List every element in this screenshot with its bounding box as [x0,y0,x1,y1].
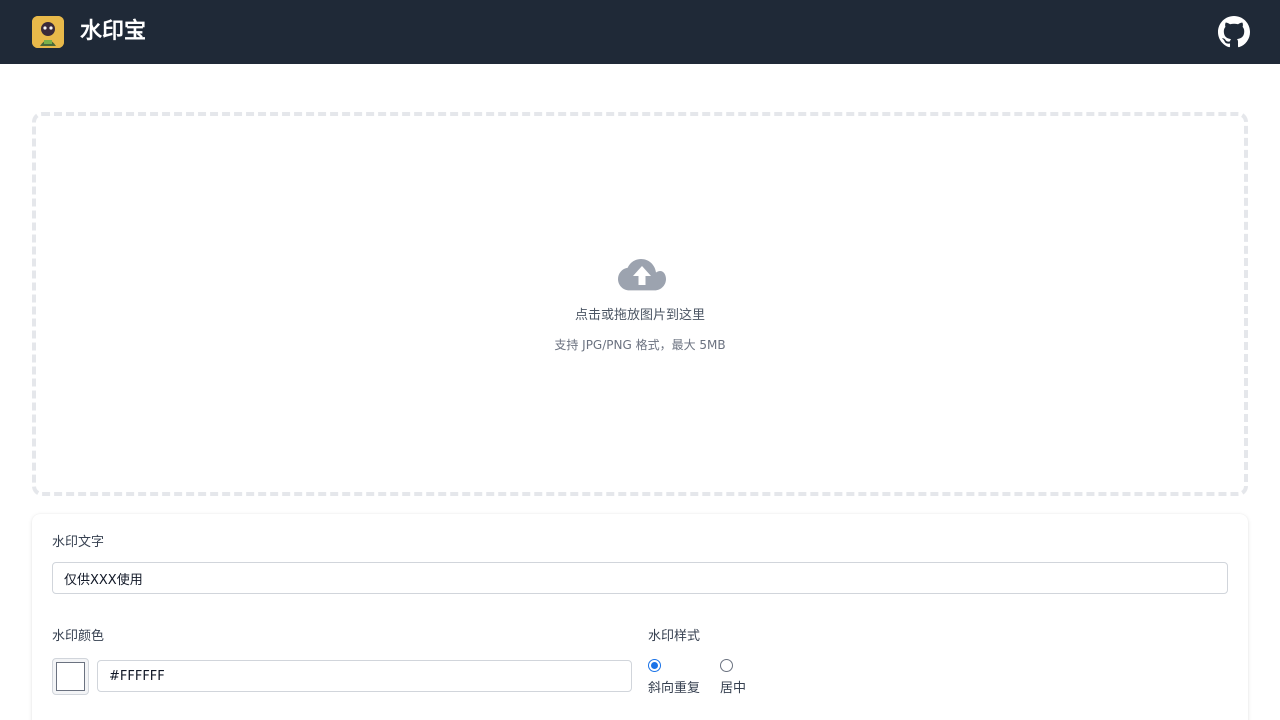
color-swatch [56,662,85,691]
upload-dropzone[interactable]: 点击或拖放图片到这里 支持 JPG/PNG 格式，最大 5MB [32,112,1248,496]
upload-hint: 支持 JPG/PNG 格式，最大 5MB [554,338,726,352]
color-picker[interactable] [52,658,89,695]
watermark-color-label: 水印颜色 [52,629,105,644]
watermark-text-label: 水印文字 [52,535,105,550]
style-label-diagonal: 斜向重复 [648,681,701,696]
settings-panel: 水印文字 水印颜色 水印样式 斜向重复 居中 [32,514,1248,720]
cloud-upload-icon [618,258,666,296]
style-radio-diagonal[interactable] [648,659,661,672]
style-label-center: 居中 [720,681,747,696]
style-radio-center[interactable] [720,659,733,672]
github-icon[interactable] [1218,16,1250,48]
watermark-text-input[interactable] [52,562,1228,594]
app-header: 水印宝 [0,0,1280,64]
app-title: 水印宝 [80,19,147,44]
watermark-style-label: 水印样式 [648,629,701,644]
upload-title: 点击或拖放图片到这里 [574,308,705,323]
color-hex-input[interactable] [97,660,632,692]
app-logo-icon [32,16,64,48]
